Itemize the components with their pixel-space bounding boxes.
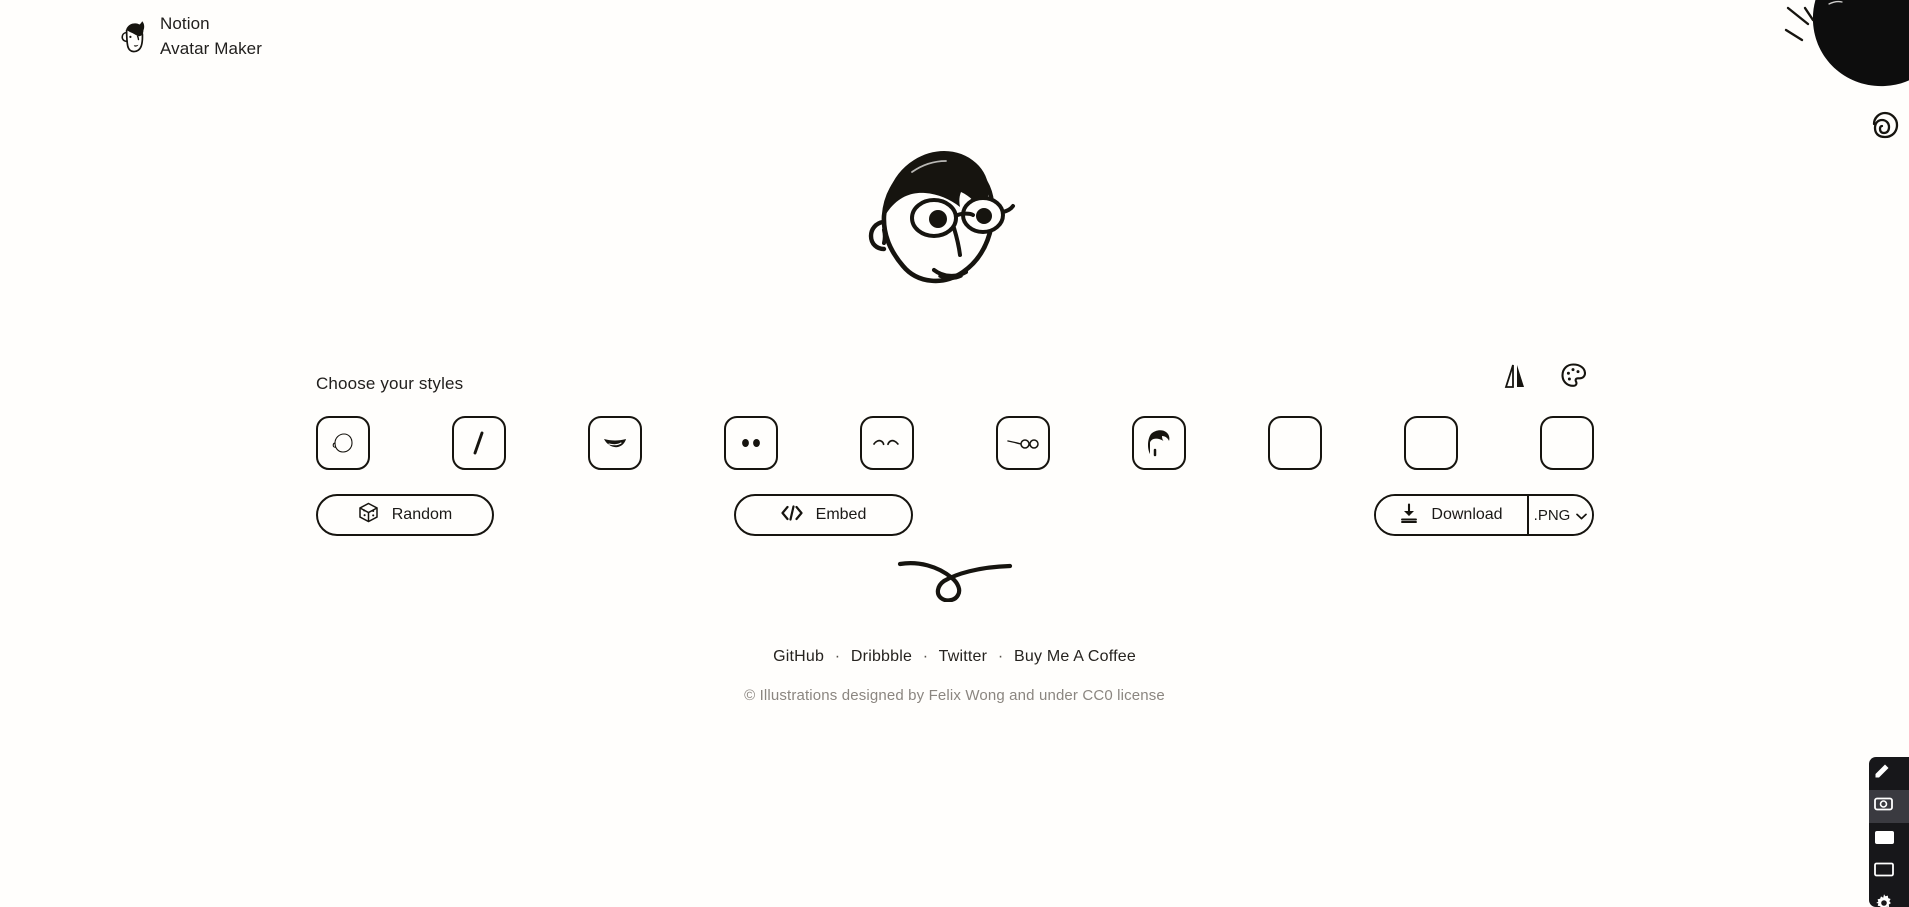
footer: GitHub · Dribbble · Twitter · Buy Me A C… [0,648,1909,704]
brand-subtitle: Avatar Maker [160,38,262,58]
motion-lines-decoration [1783,4,1819,48]
eyebrows-icon [872,436,902,450]
nose-icon [466,429,492,457]
format-select[interactable]: .PNG [1529,496,1592,534]
recorder-camera-tool[interactable] [1869,790,1909,823]
face-shape-icon [329,429,357,457]
screen-recorder-toolbar [1869,757,1909,907]
footer-link-github[interactable]: GitHub [773,648,824,665]
dice-icon [358,502,379,528]
recorder-window-tool[interactable] [1869,823,1909,856]
footer-links: GitHub · Dribbble · Twitter · Buy Me A C… [0,648,1909,666]
camera-icon [1874,796,1896,817]
palette-icon [1560,363,1586,391]
style-chip-eyes[interactable] [724,416,778,470]
recorder-frame-tool[interactable] [1869,856,1909,889]
random-button[interactable]: Random [316,494,494,536]
flip-horizontal-button[interactable] [1500,362,1530,392]
footer-link-dribbble[interactable]: Dribbble [851,648,912,665]
color-palette-button[interactable] [1558,362,1588,392]
embed-button[interactable]: Embed [734,494,913,536]
window-icon [1874,830,1896,850]
frame-icon [1874,862,1896,883]
builder-header: Choose your styles [316,363,1594,394]
brand-name: Notion [160,14,210,33]
footer-separator: · [997,648,1004,665]
brand-header[interactable]: Notion Avatar Maker [118,12,262,61]
chevron-down-icon [1576,507,1588,524]
avatar-face-icon [118,20,148,54]
style-chip-hair[interactable] [1132,416,1186,470]
style-chip-row [316,416,1594,470]
download-button[interactable]: Download [1376,496,1529,534]
recorder-settings-tool[interactable] [1869,889,1909,907]
footer-separator: · [922,648,929,665]
style-builder-panel: Choose your styles Random Embed Download… [316,363,1594,536]
format-select-label: .PNG [1533,506,1571,524]
action-row: Random Embed Download .PNG [316,494,1594,536]
footer-link-twitter[interactable]: Twitter [939,648,988,665]
style-chip-empty-2[interactable] [1404,416,1458,470]
download-icon [1400,502,1418,528]
black-blob-shape [1807,0,1909,96]
random-button-label: Random [391,506,453,523]
eyes-icon [737,435,765,451]
avatar-preview [0,130,1909,315]
style-chip-face[interactable] [316,416,370,470]
style-chip-glasses[interactable] [996,416,1050,470]
builder-title: Choose your styles [316,374,464,393]
recorder-pen-tool[interactable] [1869,757,1909,790]
code-brackets-icon [781,504,803,526]
builder-tools [1500,362,1588,392]
embed-button-label: Embed [815,506,867,523]
footer-separator: · [834,648,841,665]
download-button-label: Download [1431,506,1503,523]
hair-icon [1146,428,1172,458]
style-chip-eyebrows[interactable] [860,416,914,470]
footer-credit: © Illustrations designed by Felix Wong a… [744,687,1165,704]
style-chip-mouth[interactable] [588,416,642,470]
pen-icon [1874,763,1890,784]
style-chip-empty-1[interactable] [1268,416,1322,470]
footer-link-coffee[interactable]: Buy Me A Coffee [1014,648,1136,665]
glasses-icon [1006,436,1040,450]
loop-swirl-divider [0,558,1909,602]
style-chip-nose[interactable] [452,416,506,470]
download-group: Download .PNG [1374,494,1594,536]
flip-horizontal-icon [1504,363,1526,392]
gear-icon [1874,893,1894,907]
style-chip-empty-3[interactable] [1540,416,1594,470]
mouth-icon [601,434,629,452]
